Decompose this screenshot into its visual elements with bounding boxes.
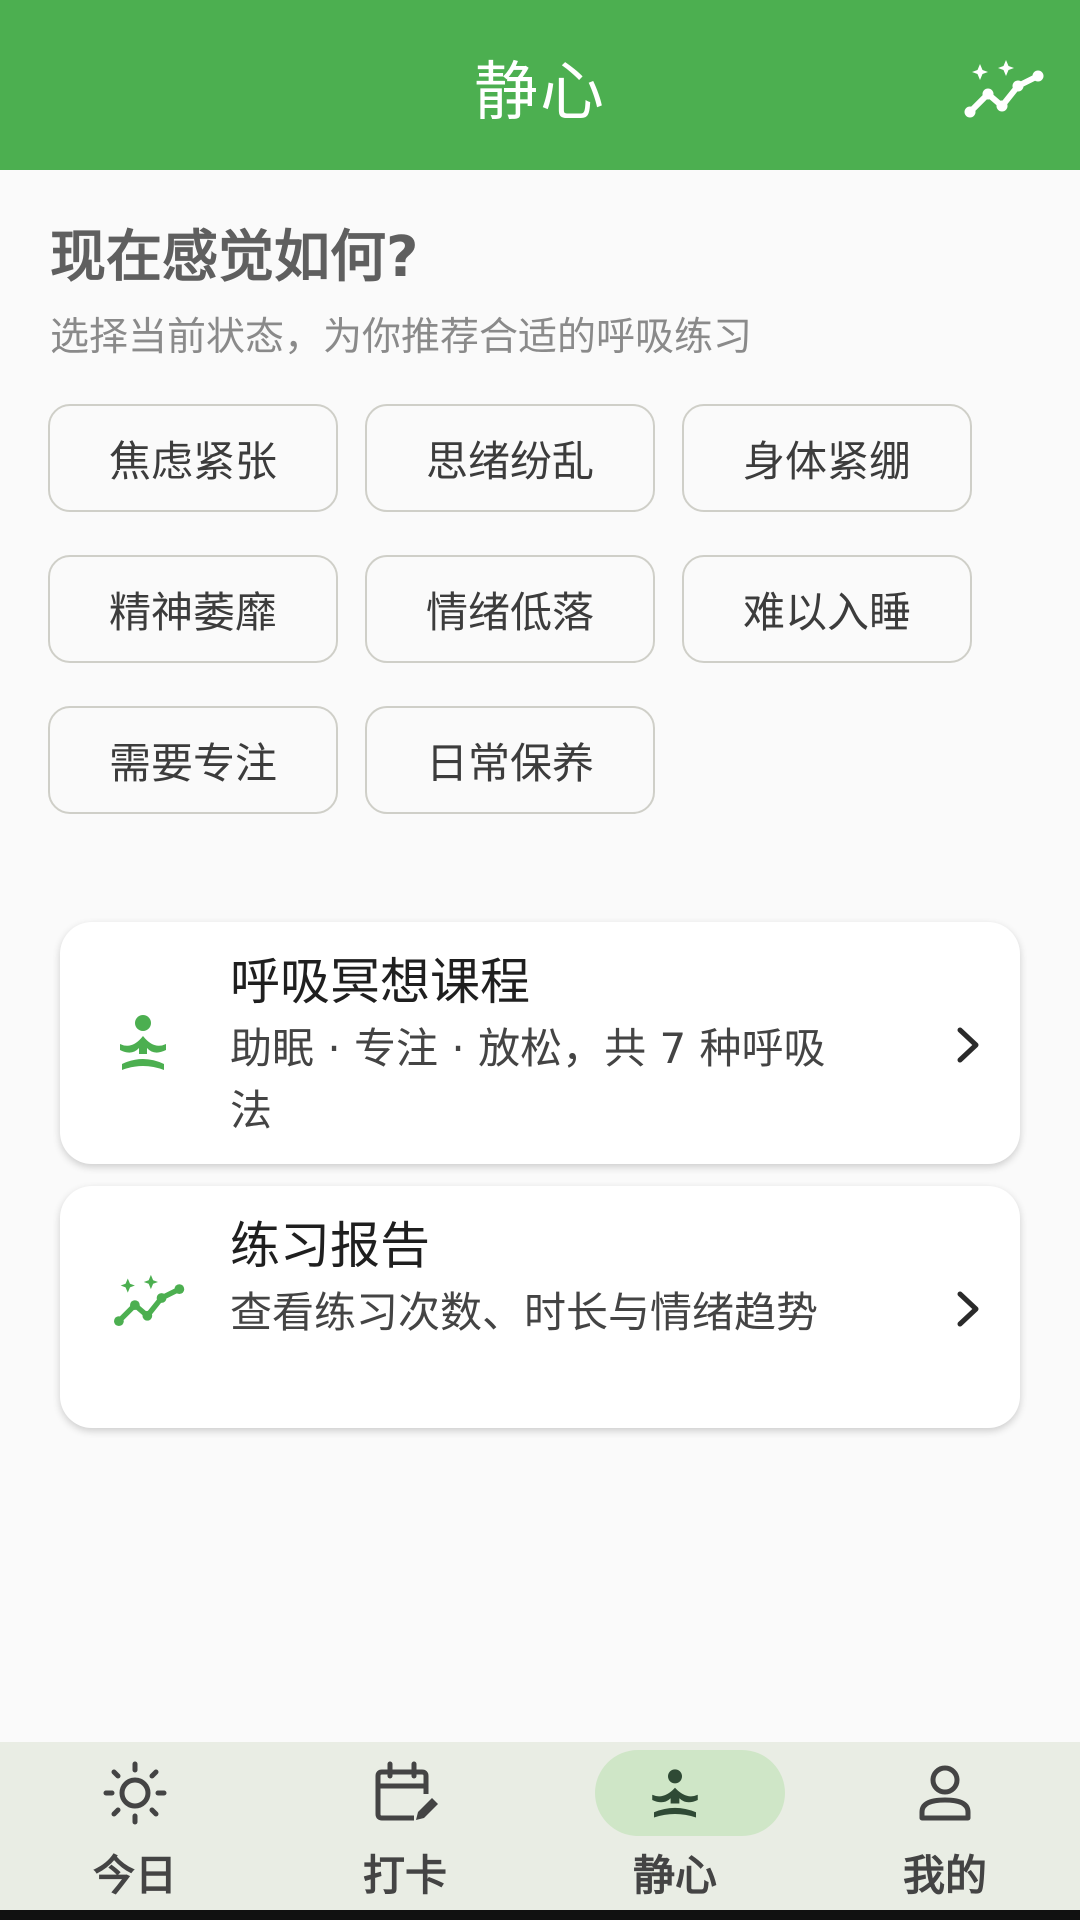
nav-item-checkin[interactable]: 打卡 [270,1742,540,1910]
nav-item-profile[interactable]: 我的 [810,1742,1080,1910]
page-title: 静心 [474,56,606,130]
mood-question: 现在感觉如何? [50,225,419,290]
card-title: 呼吸冥想课程 [230,953,530,1011]
meditation-icon [114,1012,194,1076]
nav-label: 今日 [92,1851,177,1900]
mood-chip-low-mood[interactable]: 情绪低落 [365,555,655,663]
nav-label: 静心 [632,1851,717,1900]
nav-label: 我的 [902,1851,987,1900]
system-gesture-bar [0,1910,1080,1920]
mood-chip-focus[interactable]: 需要专注 [48,706,338,814]
card-description: 助眠 · 专注 · 放松，共 7 种呼吸法 [230,1024,826,1135]
nav-item-today[interactable]: 今日 [0,1742,270,1910]
mood-chip-fatigued[interactable]: 精神萎靡 [48,555,338,663]
nav-item-meditation[interactable]: 静心 [540,1742,810,1910]
trend-sparkle-icon [110,1274,190,1338]
mood-chip-racing-thoughts[interactable]: 思绪纷乱 [365,404,655,512]
practice-report-card[interactable]: 练习报告 查看练习次数、时长与情绪趋势 [60,1186,1020,1428]
calendar-edit-icon [370,1760,440,1826]
bottom-nav: 今日 打卡 静心 我的 [0,1742,1080,1910]
app-bar: 静心 [0,0,1080,170]
sun-icon [100,1760,170,1826]
card-title: 练习报告 [230,1217,430,1275]
nav-label: 打卡 [362,1851,447,1900]
meditation-icon [640,1760,710,1826]
card-description: 查看练习次数、时长与情绪趋势 [230,1288,819,1337]
mood-chip-anxious[interactable]: 焦虑紧张 [48,404,338,512]
chevron-right-icon [952,1286,986,1332]
trend-sparkle-icon[interactable] [960,60,1050,130]
chevron-right-icon [952,1022,986,1068]
meditation-course-card[interactable]: 呼吸冥想课程 助眠 · 专注 · 放松，共 7 种呼吸法 [60,922,1020,1164]
mood-chip-insomnia[interactable]: 难以入睡 [682,555,972,663]
mood-chip-daily-care[interactable]: 日常保养 [365,706,655,814]
mood-subtitle: 选择当前状态，为你推荐合适的呼吸练习 [50,315,753,360]
mood-chip-body-tense[interactable]: 身体紧绷 [682,404,972,512]
person-icon [910,1760,980,1826]
